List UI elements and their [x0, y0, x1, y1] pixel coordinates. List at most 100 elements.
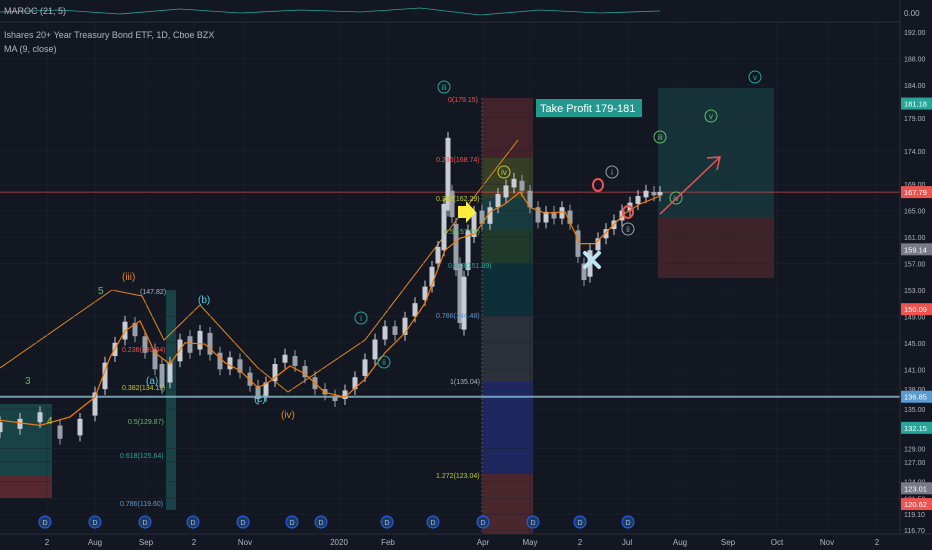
dividend-marker-label: D [318, 520, 323, 527]
price-chart[interactable]: 0(179.15) 0.236(168.74) 0.382(162.29) 0.… [0, 0, 932, 550]
wave-label: (c) [254, 394, 266, 405]
wave-marker-label: iii [441, 83, 447, 92]
fib-label: 1(135.04) [450, 379, 480, 386]
dividend-marker-label: D [190, 520, 195, 527]
x-tick-label: Oct [771, 538, 784, 547]
fib-label: 0.236(139.04) [122, 347, 166, 354]
y-tick-label: 145.00 [904, 341, 926, 348]
price-tag-label: 159.14 [904, 245, 927, 254]
wave-marker-label: i [611, 168, 613, 177]
fib-zone-red [482, 98, 533, 158]
y-tick-label: 116.70 [904, 528, 925, 535]
price-tag-label: 181.18 [904, 100, 927, 109]
candle [227, 357, 233, 370]
x-tick-label: Nov [820, 538, 834, 547]
wave-label: (iv) [281, 410, 295, 421]
dividend-marker-label: D [430, 520, 435, 527]
candle [435, 246, 441, 264]
price-tag-label: 120.62 [904, 500, 927, 509]
fib-label: 0.786(119.60) [120, 501, 163, 508]
y-tick-label: 179.00 [904, 116, 926, 123]
wave-label: (a) [146, 376, 158, 387]
fib-zone-green2 [482, 230, 533, 264]
x-tick-label: Aug [673, 538, 687, 547]
y-tick-label: 135.00 [904, 407, 926, 414]
fib-label: 0.236(168.74) [436, 157, 480, 164]
left-fib-green [166, 290, 176, 510]
fib-zone-red2 [482, 474, 533, 534]
fib-label: 0.5(157.09) [444, 229, 480, 236]
x-tick-label: 2 [45, 538, 50, 547]
dividend-marker-label: D [289, 520, 294, 527]
wave-marker-label: v [753, 73, 757, 82]
wave-marker-label: ii [626, 225, 630, 234]
candle [651, 192, 657, 196]
price-tag-label: 150.09 [904, 305, 927, 314]
candle [441, 203, 447, 251]
candle [362, 359, 368, 376]
candle [503, 185, 509, 198]
dividend-marker-label: D [530, 520, 535, 527]
x-tick-label: Feb [381, 538, 395, 547]
wave-marker-label: i [360, 314, 362, 323]
candle [487, 207, 493, 224]
stop-zone [658, 218, 774, 278]
ma-label[interactable]: MA (9, close) [4, 44, 57, 54]
candle [643, 190, 649, 198]
candle [392, 326, 398, 335]
wave-label: (iii) [122, 272, 135, 283]
dividend-marker-label: D [240, 520, 245, 527]
y-tick-label: 153.00 [904, 288, 926, 295]
fib-label: (147.82) [140, 289, 166, 296]
y-tick-label: 157.00 [904, 261, 926, 268]
candle [292, 356, 298, 366]
candle [449, 190, 455, 218]
y-tick-label: 184.00 [904, 83, 926, 90]
x-tick-label: Sep [139, 538, 154, 547]
instrument-title[interactable]: Ishares 20+ Year Treasury Bond ETF, 1D, … [4, 30, 214, 40]
candle [559, 207, 565, 219]
take-profit-label: Take Profit 179-181 [540, 103, 635, 115]
candle [657, 192, 663, 196]
x-tick-label: Jul [622, 538, 632, 547]
candle [382, 326, 388, 340]
indicator-label[interactable]: MAROC (21, 5) [4, 6, 66, 16]
fib-label: 0.382(162.29) [436, 196, 480, 203]
price-tag-label: 136.85 [904, 393, 927, 402]
fib-label: 0.618(125.64) [120, 453, 164, 460]
candle [57, 425, 63, 439]
fib-label: 1.272(123.04) [436, 473, 480, 480]
candle [197, 330, 203, 350]
price-tag-label: 167.79 [904, 188, 927, 197]
dividend-marker-label: D [480, 520, 485, 527]
candle [207, 332, 213, 355]
candle [519, 180, 525, 191]
candle [461, 276, 467, 330]
x-tick-label: 2 [578, 538, 583, 547]
y-tick-label: 129.00 [904, 447, 926, 454]
x-tick-label: Apr [477, 538, 490, 547]
wave-label: 3 [25, 376, 31, 387]
y-tick-label: 161.00 [904, 235, 926, 242]
x-tick-label: 2 [875, 538, 880, 547]
y-tick-label: 165.00 [904, 209, 926, 216]
candle [0, 422, 3, 433]
candle [217, 352, 223, 370]
dividend-marker-label: D [625, 520, 630, 527]
x-tick-label: Aug [88, 538, 102, 547]
candle [282, 354, 288, 363]
candle [511, 178, 517, 188]
left-green-zone [0, 404, 52, 476]
fib-label: 0.382(134.11) [122, 385, 165, 392]
x-tick-label: May [522, 538, 537, 547]
candle [77, 418, 83, 436]
y-tick-label: 188.00 [904, 56, 926, 63]
candle [17, 418, 23, 429]
dividend-marker-label: D [384, 520, 389, 527]
wave-label: 4 [47, 416, 53, 427]
wave-marker-label: v [709, 112, 713, 121]
left-red-zone [0, 476, 52, 498]
wave-label: (b) [198, 295, 210, 306]
chart-background [0, 0, 932, 550]
wave-label: 5 [98, 286, 104, 297]
